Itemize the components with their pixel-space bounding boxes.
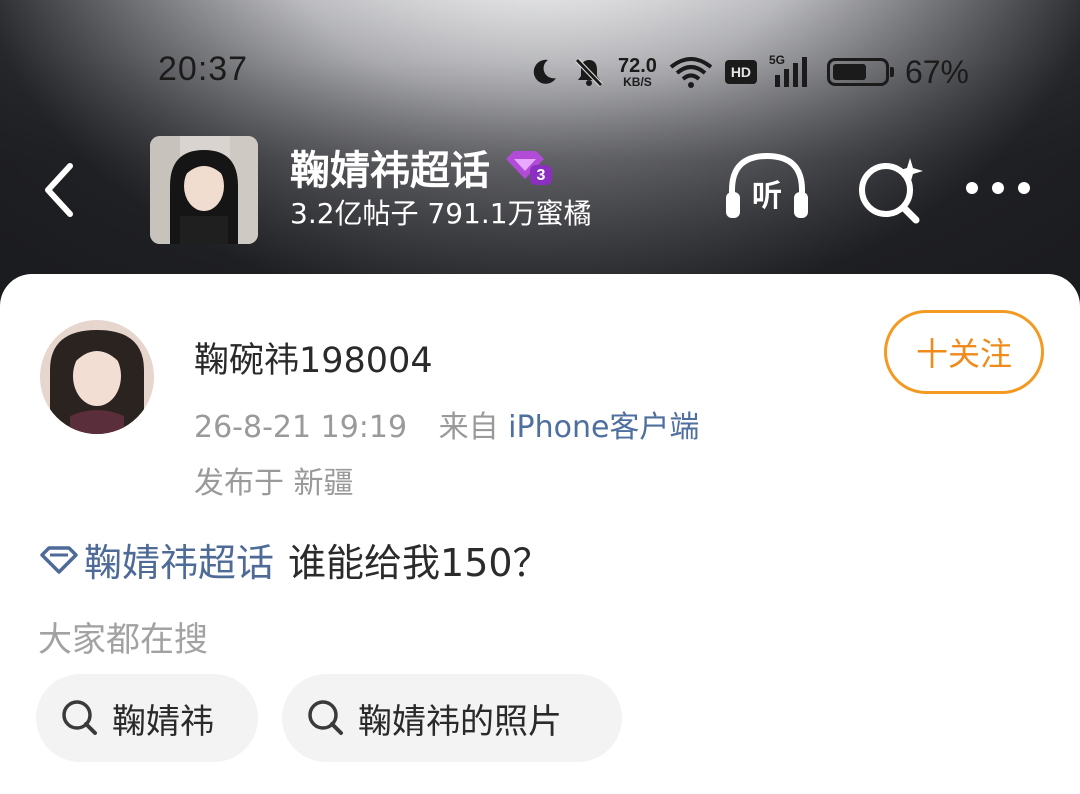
hd-indicator: HD [724,60,757,84]
topic-stats: 3.2亿帖子 791.1万蜜橘 [290,197,592,230]
diamond-level-badge-icon: 3 [506,151,552,185]
search-suggestions-heading: 大家都在搜 [38,620,208,660]
status-time: 20:37 [158,50,249,88]
topic-title[interactable]: 鞠婧祎超话 3 [290,138,554,196]
post-meta: 26-8-21 19:19 来自 iPhone客户端 [194,402,699,446]
user-avatar-image [40,320,154,434]
diamond-topic-icon [40,545,78,574]
more-dots-icon [966,182,1030,194]
status-bar: 20:37 72.0 KB/S HD 5G 67% [0,48,1080,98]
search-icon [308,700,343,735]
battery-percent: 67% [904,53,969,90]
headphones-icon: 听 [726,152,808,218]
search-chip-label: 鞠婧祎 [112,701,214,742]
search-chip[interactable]: 鞠婧祎的照片 [282,674,622,762]
post-card: 鞠碗祎198004 十关注 26-8-21 19:19 来自 iPhone客户端… [0,274,1080,794]
post-topic-link[interactable]: 鞠婧祎超话 [38,532,274,587]
more-button[interactable] [958,150,1048,230]
post-topic-link-text: 鞠婧祎超话 [84,541,275,585]
topic-avatar-image [150,136,258,244]
back-icon[interactable] [36,160,86,220]
status-icons: 72.0 KB/S HD 5G 67% [528,52,981,92]
wifi-icon [669,57,713,88]
badge-level-text: 3 [537,167,546,184]
mute-bell-icon [575,58,603,87]
search-chip[interactable]: 鞠婧祎 [36,674,258,762]
network-speed: 72.0 KB/S [618,56,657,88]
battery-icon [826,58,894,86]
post-text: 谁能给我150？ [288,541,551,585]
post-username[interactable]: 鞠碗祎198004 [194,332,433,383]
search-icon [62,700,97,735]
signal-type-label: 5G [768,53,785,67]
post-client[interactable]: iPhone客户端 [508,410,699,445]
post-location: 发布于 新疆 [194,466,354,501]
listen-label: 听 [752,179,782,214]
topic-avatar[interactable] [150,136,258,244]
topic-name: 鞠婧祎超话 [290,148,490,194]
post-content: 鞠婧祎超话 谁能给我150？ [38,532,551,587]
listen-button[interactable]: 听 [722,150,812,230]
cell-signal: 5G [768,53,815,89]
network-speed-unit: KB/S [623,75,652,89]
moon-icon [533,59,556,84]
post-from-label: 来自 [438,410,499,445]
follow-button[interactable]: 十关注 [884,310,1044,394]
sparkle-search-icon [859,158,923,224]
battery-fill [832,64,867,80]
search-button[interactable] [852,150,942,230]
user-avatar[interactable] [40,320,154,434]
search-chip-label: 鞠婧祎的照片 [358,701,562,742]
network-speed-value: 72.0 [618,55,657,77]
post-date: 26-8-21 19:19 [194,410,408,445]
